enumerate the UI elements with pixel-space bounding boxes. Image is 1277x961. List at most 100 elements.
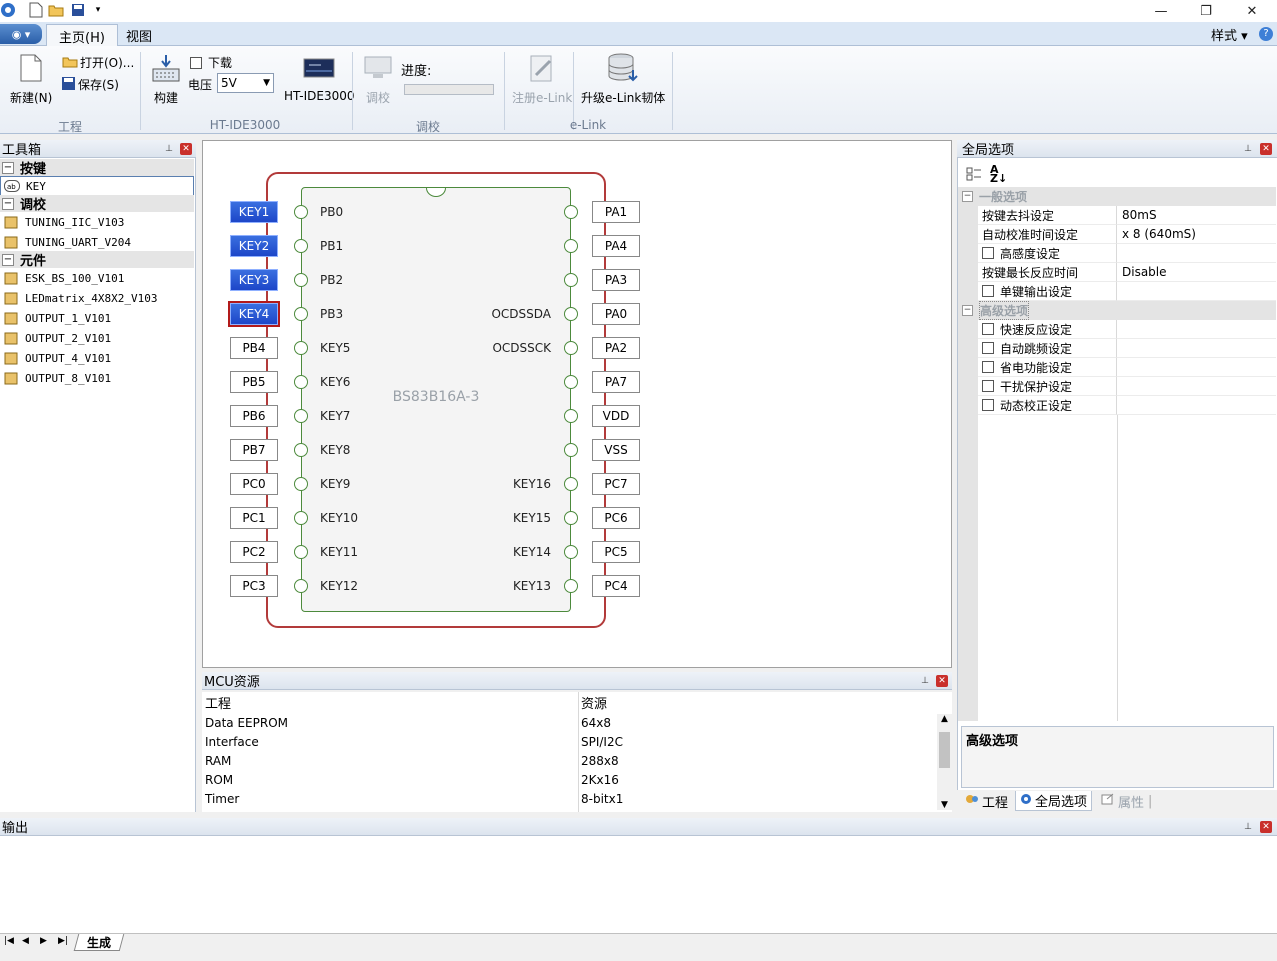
checkbox[interactable] [982,399,994,411]
table-row[interactable]: Data EEPROM 64x8 [202,713,937,732]
new-button[interactable]: 新建(N) [10,50,52,106]
property-row-checkbox[interactable]: 快速反应设定 [958,320,1276,339]
property-category-general[interactable]: − 一般选项 [958,187,1276,206]
property-row-checkbox[interactable]: 单键输出设定 [958,282,1276,301]
application-menu-button[interactable]: ◉ ▾ [0,24,42,44]
pin-connector[interactable] [294,443,308,457]
pin-connector[interactable] [294,511,308,525]
left-pin-box[interactable]: KEY4 [228,301,280,327]
collapse-icon[interactable]: − [962,191,973,202]
pin-connector[interactable] [294,409,308,423]
checkbox[interactable] [982,380,994,392]
pin-connector[interactable] [564,307,578,321]
pin-connector[interactable] [294,239,308,253]
right-pin-box[interactable]: VSS [592,439,640,461]
toolbox-item[interactable]: OUTPUT_2_V101 [0,328,194,348]
left-pin-box[interactable]: PC1 [230,507,278,529]
pin-connector[interactable] [294,477,308,491]
property-row[interactable]: 按键最长反应时间 Disable [958,263,1276,282]
pin-connector[interactable] [564,545,578,559]
restore-button[interactable]: ❐ [1183,0,1229,22]
right-pin-box[interactable]: PC4 [592,575,640,597]
build-button[interactable]: 构建 [150,50,182,106]
right-pin-box[interactable]: PA4 [592,235,640,257]
collapse-icon[interactable]: − [2,197,14,210]
minimize-button[interactable]: — [1138,0,1184,22]
table-row[interactable]: ROM 2Kx16 [202,770,937,789]
save-icon[interactable] [70,2,86,18]
property-row[interactable]: 自动校准时间设定 x 8 (640mS) [958,225,1276,244]
right-pin-box[interactable]: VDD [592,405,640,427]
toolbox-item[interactable]: LEDmatrix_4X8X2_V103 [0,288,194,308]
left-pin-box[interactable]: PC3 [230,575,278,597]
pin-connector[interactable] [564,443,578,457]
close-icon[interactable]: ✕ [1260,821,1272,833]
new-file-icon[interactable] [28,2,44,18]
toolbox-category-tune[interactable]: − 调校 [0,195,194,213]
pin-connector[interactable] [564,579,578,593]
toolbox-item[interactable]: ESK_BS_100_V101 [0,268,194,288]
categorized-view-icon[interactable] [966,166,982,185]
left-pin-box[interactable]: KEY1 [230,201,278,223]
toolbox-category-keys[interactable]: − 按键 [0,159,194,177]
table-row[interactable]: RAM 288x8 [202,751,937,770]
property-category-advanced[interactable]: − 高级选项 [958,301,1276,320]
pin-connector[interactable] [294,205,308,219]
chip-designer-canvas[interactable]: BS83B16A-3 KEY1 PB0 PA1 KEY2 PB1 PA4 KEY3 PB2 PA… [202,140,952,668]
tab-attributes[interactable]: 属性 | [1097,791,1156,811]
collapse-icon[interactable]: − [962,305,973,316]
scrollbar-thumb[interactable] [939,732,950,768]
tab-home[interactable]: 主页(H) [46,24,118,47]
right-pin-box[interactable]: PC6 [592,507,640,529]
pin-connector[interactable] [564,205,578,219]
pin-connector[interactable] [564,511,578,525]
tab-build[interactable]: 生成 [73,934,125,951]
pin-icon[interactable]: ⊥ [1243,144,1253,154]
table-row[interactable]: Interface SPI/I2C [202,732,937,751]
pin-connector[interactable] [564,375,578,389]
pin-connector[interactable] [294,273,308,287]
last-tab-icon[interactable]: ▶| [58,936,68,946]
pin-connector[interactable] [294,579,308,593]
open-folder-icon[interactable] [48,2,64,18]
pin-connector[interactable] [564,477,578,491]
toolbox-item[interactable]: OUTPUT_8_V101 [0,368,194,388]
right-pin-box[interactable]: PA2 [592,337,640,359]
tune-button[interactable]: 调校 [362,50,394,106]
open-button[interactable]: 打开(O)... [62,54,134,71]
property-row-checkbox[interactable]: 动态校正设定 [958,396,1276,415]
toolbox-item[interactable]: TUNING_UART_V204 [0,232,194,252]
left-pin-box[interactable]: PB6 [230,405,278,427]
upgrade-elink-button[interactable]: 升级e-Link韧体 [581,50,665,106]
prev-tab-icon[interactable]: ◀ [22,936,29,946]
tab-global-options[interactable]: 全局选项 [1015,791,1093,811]
left-pin-box[interactable]: PB7 [230,439,278,461]
register-elink-button[interactable]: 注册e-Link [512,50,572,106]
property-row[interactable]: 按键去抖设定 80mS [958,206,1276,225]
property-row-checkbox[interactable]: 省电功能设定 [958,358,1276,377]
download-checkbox[interactable]: 下载 [190,54,232,71]
tab-project[interactable]: 工程 [961,791,1012,811]
toolbox-item[interactable]: OUTPUT_1_V101 [0,308,194,328]
help-icon[interactable]: ? [1259,27,1273,41]
left-pin-box[interactable]: PB4 [230,337,278,359]
property-row-checkbox[interactable]: 自动跳频设定 [958,339,1276,358]
alphabetical-sort-icon[interactable]: A Z↓ [990,164,1007,184]
output-panel[interactable] [0,836,1277,933]
tab-view[interactable]: 视图 [114,24,164,47]
right-pin-box[interactable]: PC5 [592,541,640,563]
vertical-scrollbar[interactable]: ▲ ▼ [937,714,952,810]
left-pin-box[interactable]: KEY3 [230,269,278,291]
checkbox[interactable] [982,247,994,259]
first-tab-icon[interactable]: |◀ [4,936,14,946]
left-pin-box[interactable]: KEY2 [230,235,278,257]
ht-ide3000-button[interactable]: HT-IDE3000 [284,50,354,103]
pin-icon[interactable]: ⊥ [164,144,174,154]
left-pin-box[interactable]: PC0 [230,473,278,495]
checkbox[interactable] [982,361,994,373]
checkbox[interactable] [982,342,994,354]
collapse-icon[interactable]: − [2,161,14,174]
voltage-select[interactable]: 5V ▼ [217,73,274,93]
toolbox-item[interactable]: TUNING_IIC_V103 [0,212,194,232]
pin-connector[interactable] [294,307,308,321]
